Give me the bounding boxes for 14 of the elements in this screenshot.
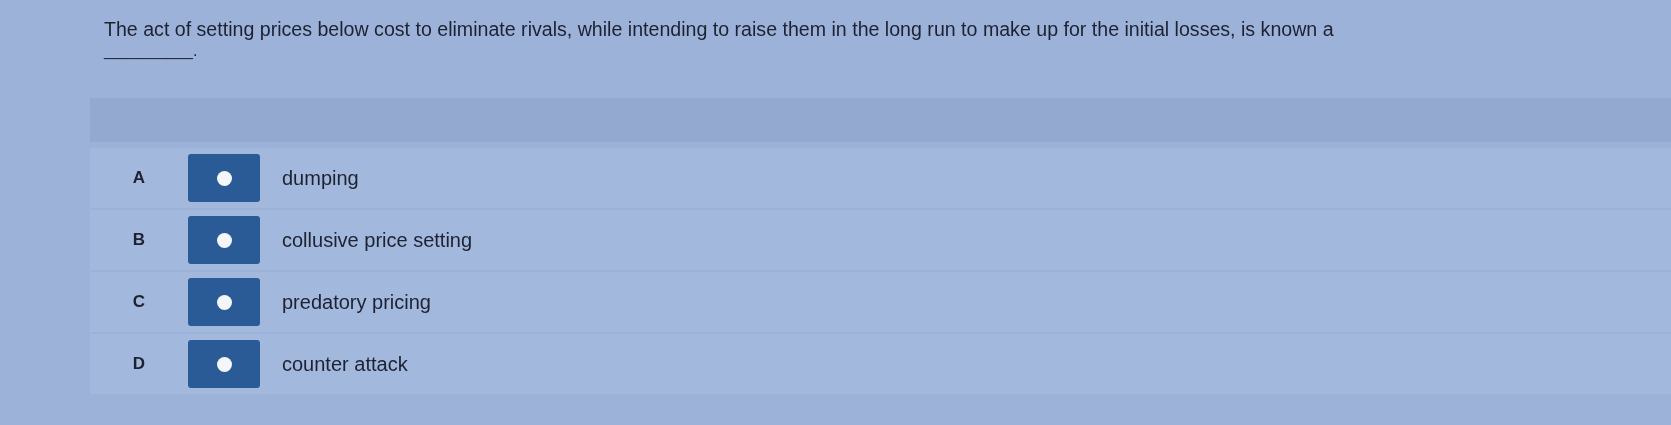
radio-button[interactable] [188,216,260,264]
option-letter: A [131,168,147,188]
radio-button[interactable] [188,278,260,326]
question-text: The act of setting prices below cost to eliminate rivals, while intending to raise them in the long run to make up for the initial losses, is known a [104,17,1335,42]
option-text: predatory pricing [282,290,431,314]
radio-button[interactable] [188,340,260,388]
radio-button[interactable] [188,154,260,202]
option-letter: B [131,230,147,250]
option-text: counter attack [282,352,408,376]
option-text: collusive price setting [282,228,473,252]
option-text: dumping [282,166,359,190]
answer-blank: __________. [104,42,198,60]
option-letter: C [131,292,147,312]
option-letter: D [131,354,147,374]
